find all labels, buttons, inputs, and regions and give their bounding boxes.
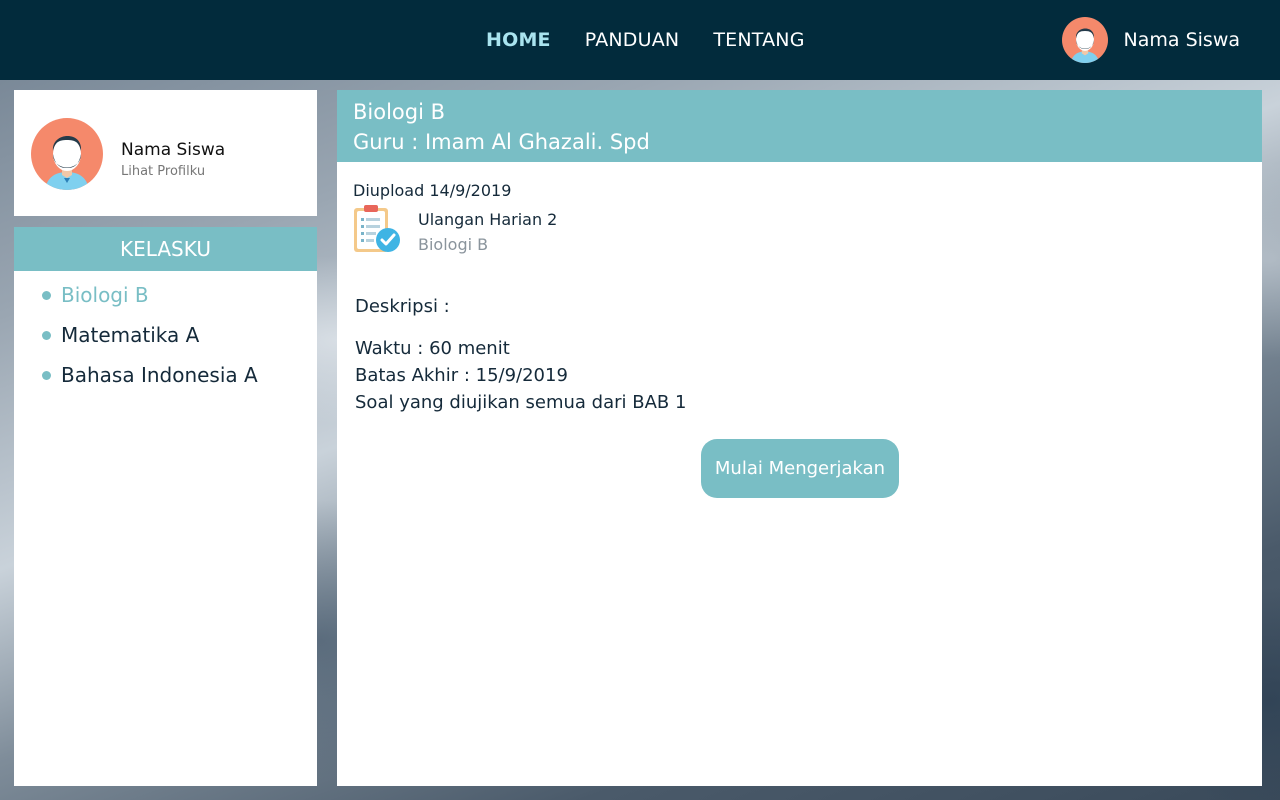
task-detail-panel: Biologi B Guru : Imam Al Ghazali. Spd Di… bbox=[337, 90, 1262, 786]
description-label: Deskripsi : bbox=[355, 296, 450, 317]
user-menu[interactable]: Nama Siswa bbox=[1061, 17, 1240, 63]
profile-card: Nama Siswa Lihat Profilku bbox=[14, 90, 317, 216]
user-name: Nama Siswa bbox=[1123, 29, 1240, 51]
description-deadline: Batas Akhir : 15/9/2019 bbox=[355, 365, 568, 386]
profile-avatar-icon bbox=[31, 118, 103, 190]
nav-panduan[interactable]: PANDUAN bbox=[585, 29, 680, 51]
task-class: Biologi B bbox=[418, 235, 489, 254]
teacher-name: Guru : Imam Al Ghazali. Spd bbox=[353, 130, 650, 154]
class-item-matematika-a[interactable]: Matematika A bbox=[14, 315, 317, 355]
profile-link[interactable]: Lihat Profilku bbox=[121, 164, 205, 179]
upload-date: Diupload 14/9/2019 bbox=[353, 181, 512, 200]
start-task-button[interactable]: Mulai Mengerjakan bbox=[701, 439, 899, 498]
class-item-label: Matematika A bbox=[61, 323, 200, 347]
profile-name: Nama Siswa bbox=[121, 140, 226, 160]
main-nav: HOME PANDUAN TENTANG bbox=[486, 0, 839, 80]
description-note: Soal yang diujikan semua dari BAB 1 bbox=[355, 392, 687, 413]
dot-icon bbox=[42, 370, 51, 380]
class-header: Biologi B Guru : Imam Al Ghazali. Spd bbox=[337, 90, 1262, 162]
class-item-label: Biologi B bbox=[61, 283, 149, 307]
class-list-panel: KELASKU Biologi B Matematika A Bahasa In… bbox=[14, 227, 317, 786]
description-duration: Waktu : 60 menit bbox=[355, 338, 510, 359]
dot-icon bbox=[42, 330, 51, 340]
user-avatar-icon bbox=[1061, 17, 1108, 63]
dot-icon bbox=[42, 290, 51, 300]
class-list: Biologi B Matematika A Bahasa Indonesia … bbox=[14, 271, 317, 395]
class-item-label: Bahasa Indonesia A bbox=[61, 363, 258, 387]
task-title: Ulangan Harian 2 bbox=[418, 210, 558, 229]
description: Waktu : 60 menit Batas Akhir : 15/9/2019… bbox=[355, 335, 686, 416]
class-list-header: KELASKU bbox=[14, 227, 317, 271]
top-navbar: HOME PANDUAN TENTANG Nama Siswa bbox=[0, 0, 1280, 80]
clipboard-check-icon bbox=[353, 204, 403, 256]
nav-tentang[interactable]: TENTANG bbox=[713, 29, 804, 51]
class-item-biologi-b[interactable]: Biologi B bbox=[14, 275, 317, 315]
nav-home[interactable]: HOME bbox=[486, 29, 551, 51]
class-title: Biologi B bbox=[353, 100, 446, 124]
class-item-bahasa-indonesia-a[interactable]: Bahasa Indonesia A bbox=[14, 355, 317, 395]
